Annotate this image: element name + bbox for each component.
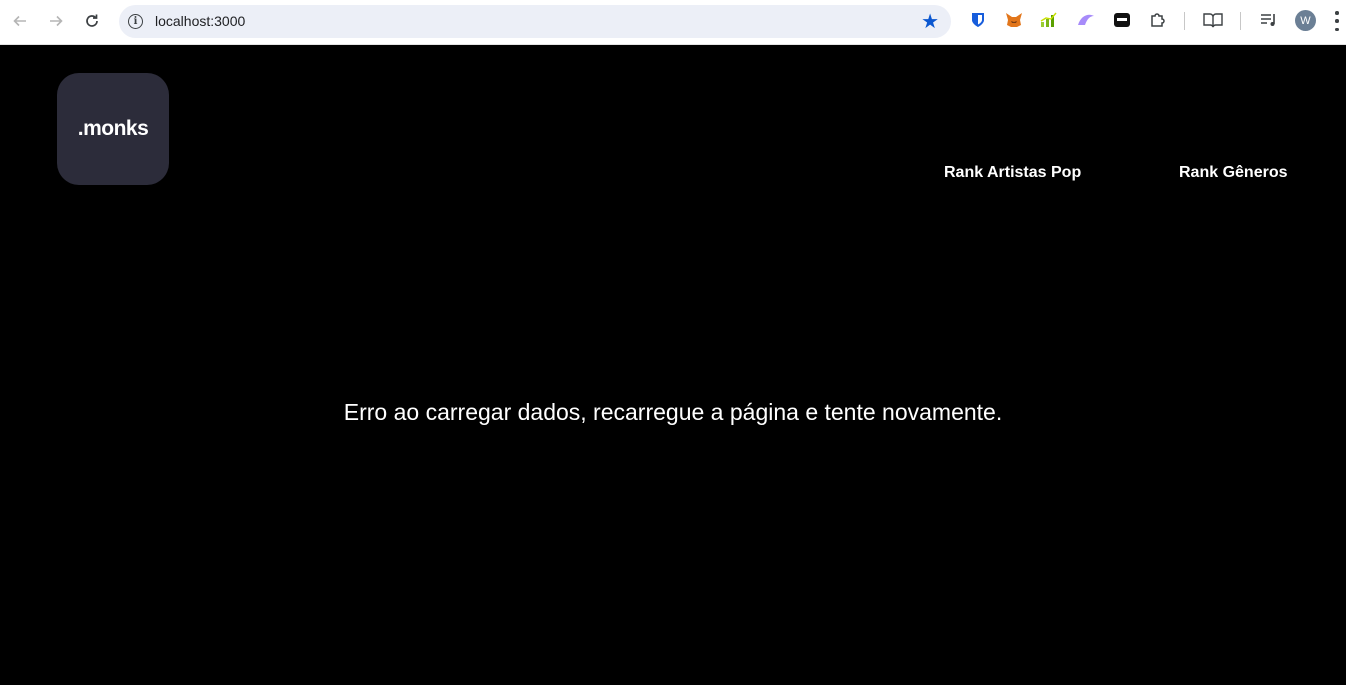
bookmark-star-icon[interactable]: ★ [921, 9, 939, 34]
avatar-initial: W [1300, 14, 1311, 27]
reload-icon [86, 14, 98, 27]
browser-menu-icon[interactable] [1334, 11, 1340, 31]
back-button[interactable] [8, 9, 32, 33]
forward-button[interactable] [44, 9, 68, 33]
info-icon[interactable]: i [128, 14, 143, 29]
error-message: Erro ao carregar dados, recarregue a pág… [343, 399, 1003, 425]
wallet-extension-icon[interactable] [1112, 10, 1132, 30]
page-body: .monks Rank Artistas Pop Rank Gêneros Er… [0, 45, 1346, 685]
address-bar[interactable]: i localhost:3000 ★ [119, 5, 951, 38]
wing-extension-icon[interactable] [1076, 10, 1096, 30]
bitwarden-icon[interactable] [968, 10, 988, 30]
nav-link-rank-generos[interactable]: Rank Gêneros [1179, 164, 1287, 182]
reading-mode-icon[interactable] [1203, 10, 1223, 30]
toolbar-divider [1184, 12, 1185, 30]
monks-logo[interactable]: .monks [57, 73, 169, 185]
toolbar-divider [1240, 12, 1241, 30]
profile-avatar[interactable]: W [1295, 10, 1316, 31]
nav-link-rank-artistas-pop[interactable]: Rank Artistas Pop [944, 164, 1081, 182]
arrow-right-icon [50, 15, 63, 27]
url-text[interactable]: localhost:3000 [155, 13, 245, 29]
puzzle-extensions-icon[interactable] [1148, 10, 1168, 30]
media-control-icon[interactable] [1259, 10, 1279, 30]
logo-text: .monks [77, 117, 149, 140]
browser-toolbar: i localhost:3000 ★ W [0, 0, 1346, 45]
reload-button[interactable] [80, 9, 104, 33]
metamask-icon[interactable] [1004, 10, 1024, 30]
chart-extension-icon[interactable] [1039, 10, 1059, 30]
arrow-left-icon [13, 15, 26, 27]
